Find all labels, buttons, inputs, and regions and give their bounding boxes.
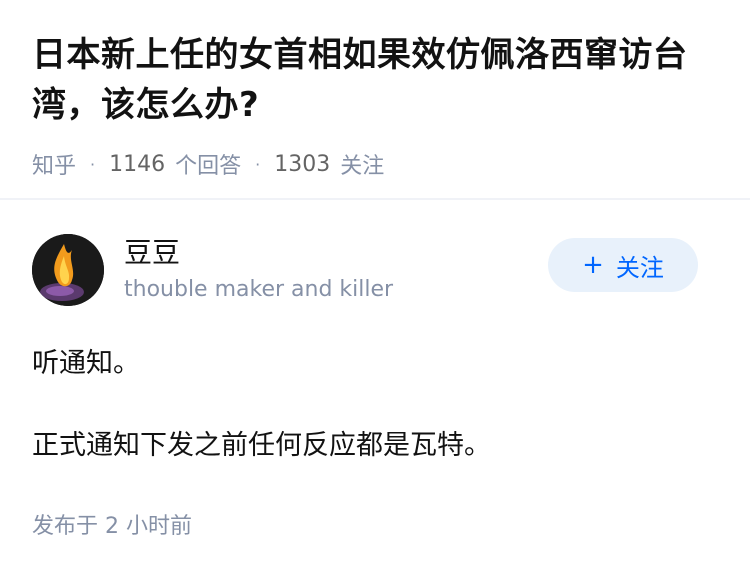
answer-page: 日本新上任的女首相如果效仿佩洛西窜访台湾，该怎么办? 知乎 · 1146 个回答… [0, 0, 750, 574]
author-name[interactable]: 豆豆 [124, 235, 393, 271]
fire-avatar-icon[interactable] [32, 234, 104, 306]
separator-dot: · [255, 154, 261, 174]
author-bio: thouble maker and killer [124, 277, 394, 302]
answer-card: 豆豆 thouble maker and killer + 关注 听通知。 正式… [0, 200, 750, 540]
follower-count-label: 关注 [340, 154, 385, 179]
question-header: 日本新上任的女首相如果效仿佩洛西窜访台湾，该怎么办? 知乎 · 1146 个回答… [0, 0, 750, 179]
answer-paragraph: 正式通知下发之前任何反应都是瓦特。 [32, 430, 491, 461]
question-meta: 知乎 · 1146 个回答 · 1303 关注 [32, 148, 718, 180]
plus-icon: + [582, 250, 604, 280]
fire-avatar-graphic [32, 234, 104, 306]
answer-count-label[interactable]: 个回答 [175, 148, 241, 180]
publish-time: 发布于 2 小时前 [32, 514, 192, 539]
follow-button-label: 关注 [615, 253, 664, 282]
source-label[interactable]: 知乎 [32, 148, 76, 180]
answer-body: 听通知。 正式通知下发之前任何反应都是瓦特。 [32, 344, 718, 466]
answer-paragraph: 听通知。 [32, 348, 140, 379]
author-info: 豆豆 thouble maker and killer [124, 235, 393, 305]
question-title[interactable]: 日本新上任的女首相如果效仿佩洛西窜访台湾，该怎么办? [32, 30, 718, 130]
author-row: 豆豆 thouble maker and killer + 关注 [32, 234, 718, 306]
answer-count: 1146 [109, 151, 166, 177]
follower-count: 1303 [274, 151, 331, 177]
separator-dot: · [90, 154, 96, 174]
follow-button[interactable]: + 关注 [548, 238, 698, 292]
